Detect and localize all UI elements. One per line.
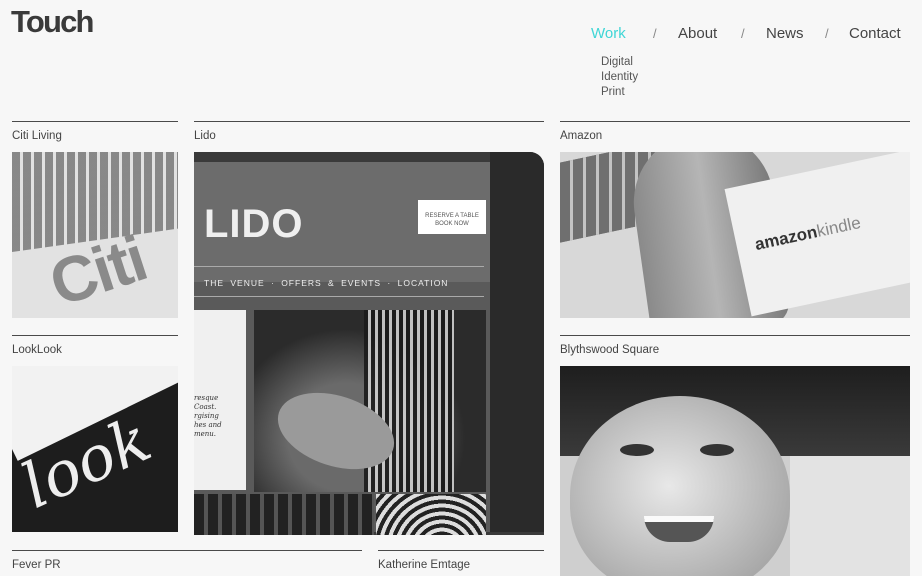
nav-work[interactable]: Work <box>591 25 626 42</box>
project-card-lido[interactable]: Lido LIDO RESERVE A TABLE BOOK NOW THE VE… <box>194 121 544 535</box>
rings-graphic <box>376 494 486 535</box>
project-thumbnail[interactable] <box>560 366 910 576</box>
chef-photo <box>254 310 486 492</box>
eye-graphic <box>620 444 654 456</box>
eye-graphic <box>700 444 734 456</box>
project-title[interactable]: Lido <box>194 130 216 142</box>
tablet-screen: LIDO RESERVE A TABLE BOOK NOW THE VENUE ·… <box>194 162 534 535</box>
subnav-digital[interactable]: Digital <box>601 55 638 70</box>
main-nav: Work / About / News / Contact <box>591 25 912 43</box>
nav-separator: / <box>825 26 829 41</box>
project-title[interactable]: Blythswood Square <box>560 344 659 356</box>
divider <box>194 266 484 267</box>
subnav-identity[interactable]: Identity <box>601 70 638 85</box>
project-title[interactable]: LookLook <box>12 344 62 356</box>
project-title[interactable]: Amazon <box>560 130 602 142</box>
project-thumbnail[interactable]: look <box>12 366 178 532</box>
site-logo[interactable]: Touch <box>11 4 94 40</box>
project-title[interactable]: Fever PR <box>12 559 61 571</box>
bottle-photo <box>194 494 374 535</box>
project-card-blythswood-square[interactable]: Blythswood Square <box>560 335 910 576</box>
project-card-katherine-emtage[interactable]: Katherine Emtage <box>378 550 544 571</box>
project-title[interactable]: Katherine Emtage <box>378 559 470 571</box>
project-card-citi-living[interactable]: Citi Living Citi <box>12 121 178 318</box>
project-card-looklook[interactable]: LookLook look <box>12 335 178 532</box>
project-card-amazon[interactable]: Amazon amazonkindle <box>560 121 910 318</box>
work-subnav: Digital Identity Print <box>601 55 638 100</box>
project-card-fever-pr[interactable]: Fever PR <box>12 550 362 571</box>
nav-separator: / <box>741 26 745 41</box>
backdrop <box>790 436 910 576</box>
project-thumbnail[interactable]: LIDO RESERVE A TABLE BOOK NOW THE VENUE ·… <box>194 152 544 535</box>
project-title[interactable]: Citi Living <box>12 130 62 142</box>
blurb-text: resque Coast. rgising hes and menu. <box>194 394 222 438</box>
nav-contact[interactable]: Contact <box>849 25 901 42</box>
lido-logo: LIDO <box>204 202 304 246</box>
project-thumbnail[interactable]: amazonkindle <box>560 152 910 318</box>
subnav-print[interactable]: Print <box>601 85 638 100</box>
project-thumbnail[interactable]: Citi <box>12 152 178 318</box>
divider <box>194 296 484 297</box>
nav-news[interactable]: News <box>766 25 804 42</box>
reserve-badge: RESERVE A TABLE BOOK NOW <box>418 200 486 234</box>
nav-about[interactable]: About <box>678 25 717 42</box>
site-menu: THE VENUE · OFFERS & EVENTS · LOCATION <box>204 278 449 288</box>
tablet-bezel <box>490 152 544 532</box>
nav-separator: / <box>653 26 657 41</box>
